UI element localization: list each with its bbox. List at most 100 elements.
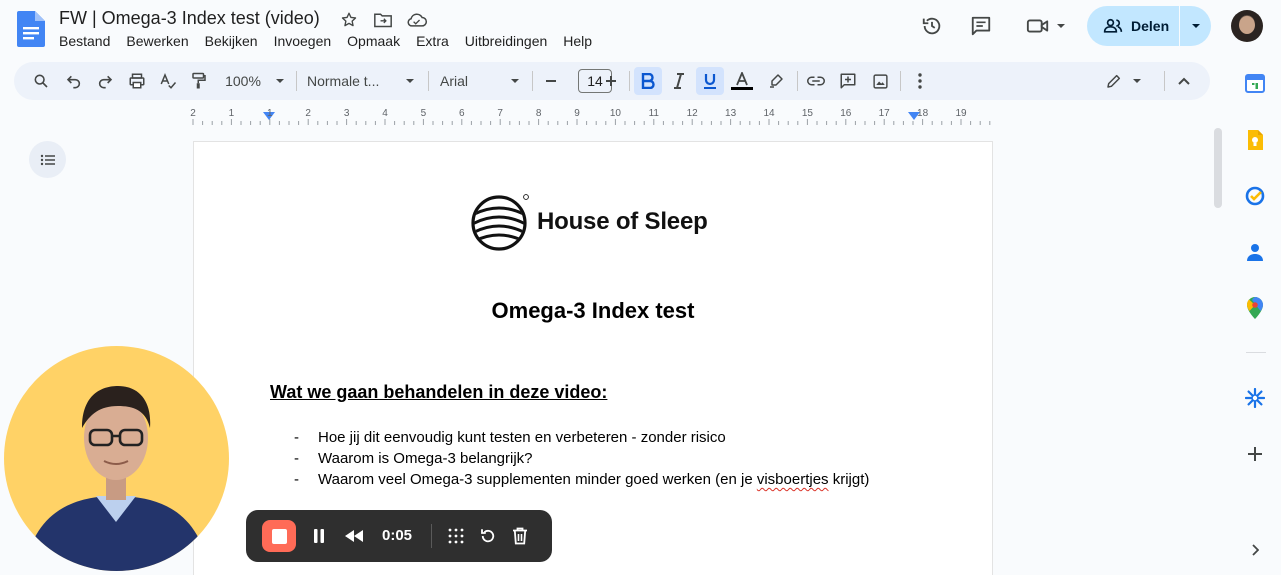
list-item-text: Hoe jij dit eenvoudig kunt testen en ver… — [318, 429, 726, 446]
collapse-menu-icon[interactable] — [1171, 67, 1197, 95]
chevron-down-icon — [1191, 24, 1200, 28]
maps-icon[interactable] — [1244, 297, 1266, 319]
insert-link-icon[interactable] — [803, 67, 829, 95]
document-outline-button[interactable] — [29, 141, 66, 178]
add-comment-icon[interactable] — [835, 67, 861, 95]
search-menus-icon[interactable] — [28, 67, 54, 95]
ruler-number: 1 — [267, 108, 273, 119]
list-item[interactable]: - Hoe jij dit eenvoudig kunt testen en v… — [294, 427, 869, 448]
share-label: Delen — [1131, 18, 1170, 34]
comments-icon[interactable] — [965, 6, 997, 46]
cloud-saved-icon[interactable] — [406, 9, 428, 31]
keep-icon[interactable] — [1244, 129, 1266, 151]
zoom-select[interactable]: 100% — [220, 67, 290, 95]
list-item[interactable]: - Waarom veel Omega-3 supplementen minde… — [294, 469, 869, 490]
ruler-number: 5 — [420, 108, 427, 119]
ruler-number: 1 — [228, 108, 235, 119]
menu-extra[interactable]: Extra — [416, 33, 449, 49]
paint-format-icon[interactable] — [186, 67, 212, 95]
ruler-number: 12 — [686, 108, 698, 119]
menu-bewerken[interactable]: Bewerken — [126, 33, 188, 49]
paragraph-style-select[interactable]: Normale t... — [307, 67, 415, 95]
star-icon[interactable] — [338, 9, 360, 31]
outline-list-icon — [40, 154, 55, 165]
meet-icon[interactable] — [1020, 6, 1072, 46]
list-item-text: Waarom veel Omega-3 supplementen minder … — [318, 469, 869, 490]
menu-opmaak[interactable]: Opmaak — [347, 33, 400, 49]
menu-invoegen[interactable]: Invoegen — [274, 33, 332, 49]
ruler-number: 2 — [305, 108, 311, 119]
ruler-number: 6 — [459, 108, 465, 119]
list-dash: - — [294, 471, 299, 488]
undo-icon[interactable] — [61, 67, 87, 95]
account-avatar[interactable] — [1231, 10, 1263, 42]
drawing-tools-icon[interactable] — [444, 524, 468, 548]
pause-icon[interactable] — [307, 524, 331, 548]
print-icon[interactable] — [124, 67, 150, 95]
side-panel — [1232, 62, 1281, 575]
zoom-value: 100% — [225, 73, 261, 89]
ruler-number: 14 — [763, 108, 775, 119]
screen-recorder-controls: 0:05 — [246, 510, 552, 562]
tasks-icon[interactable] — [1244, 185, 1266, 207]
decrease-font-size-icon[interactable] — [540, 67, 562, 95]
document-heading[interactable]: Omega-3 Index test — [193, 298, 993, 324]
insert-image-icon[interactable] — [867, 67, 893, 95]
text-color-icon[interactable] — [729, 67, 755, 95]
ruler-number: 7 — [497, 108, 503, 119]
restart-icon[interactable] — [476, 524, 500, 548]
chevron-down-icon — [275, 79, 284, 83]
chevron-down-icon — [1057, 24, 1065, 28]
bold-icon[interactable] — [634, 67, 662, 95]
increase-font-size-icon[interactable] — [600, 67, 622, 95]
menu-help[interactable]: Help — [563, 33, 592, 49]
editing-mode-select[interactable] — [1100, 67, 1148, 95]
recording-timer: 0:05 — [382, 527, 413, 544]
ruler-number: 11 — [648, 108, 659, 119]
share-dropdown[interactable] — [1180, 6, 1211, 46]
stop-recording-button[interactable] — [262, 520, 296, 552]
list-dash: - — [294, 429, 299, 446]
contacts-icon[interactable] — [1244, 241, 1266, 263]
paragraph-style-value: Normale t... — [307, 73, 380, 89]
ruler-number: 17 — [878, 108, 890, 119]
docs-logo-icon[interactable] — [17, 11, 45, 47]
addon-icon[interactable] — [1244, 387, 1266, 409]
font-family-value: Arial — [440, 73, 469, 89]
ruler-number: 10 — [609, 108, 621, 119]
font-family-select[interactable]: Arial — [440, 67, 520, 95]
menu-uitbreidingen[interactable]: Uitbreidingen — [465, 33, 548, 49]
chevron-right-icon[interactable] — [1244, 539, 1266, 561]
document-title[interactable]: FW | Omega-3 Index test (video) — [59, 8, 320, 29]
presenter-video-icon — [24, 386, 209, 571]
menu-bekijken[interactable]: Bekijken — [205, 33, 258, 49]
pencil-icon — [1107, 74, 1121, 88]
move-to-folder-icon[interactable] — [372, 9, 394, 31]
rewind-icon[interactable] — [342, 524, 366, 548]
vertical-scrollbar[interactable] — [1214, 128, 1222, 208]
add-icon[interactable] — [1244, 443, 1266, 465]
highlight-color-icon[interactable] — [763, 67, 789, 95]
app-header: FW | Omega-3 Index test (video) Bestand … — [0, 0, 1281, 60]
document-subheading[interactable]: Wat we gaan behandelen in deze video: — [270, 382, 607, 403]
topic-list[interactable]: - Hoe jij dit eenvoudig kunt testen en v… — [294, 427, 869, 490]
brand-name: House of Sleep — [537, 208, 708, 235]
calendar-icon[interactable] — [1244, 72, 1266, 94]
underline-icon[interactable] — [696, 67, 724, 95]
redo-icon[interactable] — [92, 67, 118, 95]
delete-recording-icon[interactable] — [508, 524, 532, 548]
spelling-error-word[interactable]: visboertjes — [757, 471, 829, 488]
people-icon — [1103, 18, 1123, 33]
italic-icon[interactable] — [666, 67, 692, 95]
list-item[interactable]: - Waarom is Omega-3 belangrijk? — [294, 448, 869, 469]
webcam-bubble[interactable] — [4, 346, 229, 571]
house-of-sleep-logo-icon — [471, 194, 529, 251]
chevron-down-icon — [511, 79, 519, 83]
ruler-number: 4 — [382, 108, 388, 119]
menu-bestand[interactable]: Bestand — [59, 33, 110, 49]
history-icon[interactable] — [916, 6, 948, 46]
more-options-icon[interactable] — [907, 67, 933, 95]
share-button[interactable]: Delen — [1087, 6, 1211, 46]
horizontal-ruler[interactable]: 2 1 1 2 3 4 5 6 7 8 9 10 11 12 13 14 15 16 17 18 19 — [187, 106, 997, 126]
spellcheck-icon[interactable] — [155, 67, 181, 95]
